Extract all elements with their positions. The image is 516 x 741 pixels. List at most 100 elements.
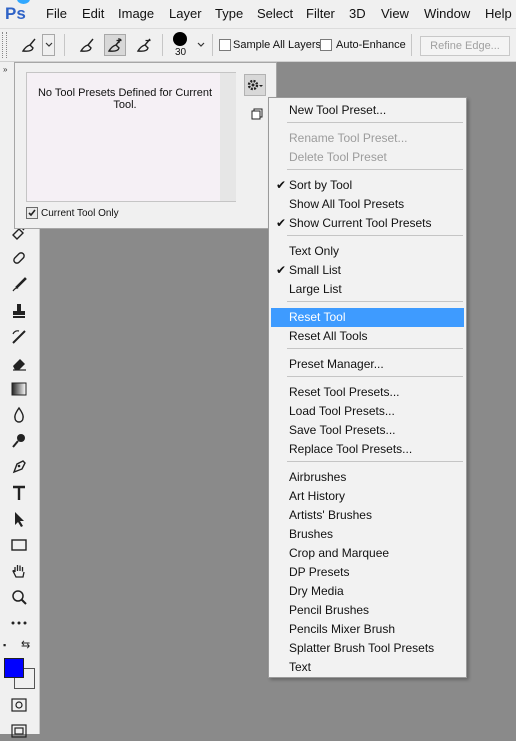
menu-save-tool-presets[interactable]: Save Tool Presets... — [271, 421, 464, 440]
sample-all-layers-label: Sample All Layers — [233, 39, 322, 51]
default-colors-icon[interactable]: ▪ — [3, 640, 6, 650]
pen-icon[interactable] — [9, 457, 29, 477]
menu-layer[interactable]: Layer — [169, 6, 202, 21]
menu-replace-tool-presets[interactable]: Replace Tool Presets... — [271, 440, 464, 459]
blur-icon[interactable] — [9, 405, 29, 425]
menu-reset-tool-presets[interactable]: Reset Tool Presets... — [271, 383, 464, 402]
menu-file[interactable]: File — [46, 6, 67, 21]
brush-tool-icon[interactable] — [9, 275, 29, 295]
menu-dry-media[interactable]: Dry Media — [271, 582, 464, 601]
hand-icon[interactable] — [9, 561, 29, 581]
brush-dropdown-icon[interactable] — [195, 34, 207, 56]
tool-preset-picker-icon[interactable] — [18, 34, 40, 56]
menu-artists-brushes[interactable]: Artists' Brushes — [271, 506, 464, 525]
menu-item-label: Splatter Brush Tool Presets — [289, 641, 435, 655]
empty-presets-message: No Tool Presets Defined for Current Tool… — [37, 87, 213, 111]
menu-edit[interactable]: Edit — [82, 6, 104, 21]
menu-item-label: Reset All Tools — [289, 329, 368, 343]
foreground-color-swatch[interactable] — [4, 658, 24, 678]
healing-icon[interactable] — [9, 248, 29, 268]
menu-separator — [287, 169, 463, 170]
grip-handle[interactable] — [2, 32, 7, 58]
preset-dropdown-button[interactable] — [42, 34, 55, 56]
menu-crop-and-marquee[interactable]: Crop and Marquee — [271, 544, 464, 563]
menu-item-label: Show All Tool Presets — [289, 197, 405, 211]
current-tool-only-checkbox[interactable] — [26, 207, 38, 219]
menu-select[interactable]: Select — [257, 6, 293, 21]
sample-all-layers-checkbox[interactable] — [219, 39, 231, 51]
type-icon[interactable] — [9, 483, 29, 503]
menu-show-all-tool-presets[interactable]: Show All Tool Presets — [271, 195, 464, 214]
checkmark-icon: ✔ — [276, 178, 287, 192]
divider — [212, 34, 213, 56]
menu-sort-by-tool[interactable]: ✔ Sort by Tool — [271, 176, 464, 195]
menu-pencil-brushes[interactable]: Pencil Brushes — [271, 601, 464, 620]
path-select-icon[interactable] — [9, 509, 29, 529]
menu-text-only[interactable]: Text Only — [271, 242, 464, 261]
menu-item-label: Sort by Tool — [289, 178, 353, 192]
menu-item-label: Reset Tool Presets... — [289, 385, 400, 399]
checkmark-icon: ✔ — [276, 263, 287, 277]
menu-load-tool-presets[interactable]: Load Tool Presets... — [271, 402, 464, 421]
menu-art-history[interactable]: Art History — [271, 487, 464, 506]
menu-item-label: Artists' Brushes — [289, 508, 372, 522]
preset-list-scrollbar[interactable] — [220, 73, 236, 201]
divider — [411, 34, 412, 56]
refine-edge-button[interactable]: Refine Edge... — [420, 36, 510, 56]
menu-3d[interactable]: 3D — [349, 6, 366, 21]
menu-item-label: Brushes — [289, 527, 334, 541]
rectangle-icon[interactable] — [9, 535, 29, 555]
menu-dp-presets[interactable]: DP Presets — [271, 563, 464, 582]
menu-help[interactable]: Help — [485, 6, 512, 21]
swap-colors-icon[interactable]: ⇆ — [21, 638, 30, 651]
new-preset-icon[interactable] — [250, 107, 264, 121]
menu-show-current-tool-presets[interactable]: ✔ Show Current Tool Presets — [271, 214, 464, 233]
menu-rename-tool-preset: Rename Tool Preset... — [271, 129, 464, 148]
add-to-selection-icon[interactable] — [104, 34, 126, 56]
menu-preset-manager[interactable]: Preset Manager... — [271, 355, 464, 374]
preset-list[interactable]: No Tool Presets Defined for Current Tool… — [26, 72, 236, 202]
more-tools-icon[interactable] — [9, 613, 29, 633]
menu-item-label: Preset Manager... — [289, 357, 384, 371]
menu-type[interactable]: Type — [215, 6, 243, 21]
menu-small-list[interactable]: ✔ Small List — [271, 261, 464, 280]
auto-enhance-checkbox[interactable] — [320, 39, 332, 51]
menu-item-label: Save Tool Presets... — [289, 423, 396, 437]
zoom-icon[interactable] — [9, 587, 29, 607]
new-selection-icon[interactable] — [76, 34, 98, 56]
menu-text[interactable]: Text — [271, 658, 464, 677]
menu-item-label: DP Presets — [289, 565, 350, 579]
menu-item-label: Large List — [289, 282, 342, 296]
stamp-icon[interactable] — [9, 301, 29, 321]
menu-pencils-mixer-brush[interactable]: Pencils Mixer Brush — [271, 620, 464, 639]
menu-bar: Ps File Edit Image Layer Type Select Fil… — [0, 0, 516, 29]
menu-item-label: New Tool Preset... — [289, 103, 387, 117]
menu-new-tool-preset[interactable]: New Tool Preset... — [271, 101, 464, 120]
menu-image[interactable]: Image — [118, 6, 154, 21]
history-brush-icon[interactable] — [9, 327, 29, 347]
screen-mode-icon[interactable] — [9, 721, 29, 741]
quick-mask-icon[interactable] — [9, 695, 29, 715]
menu-window[interactable]: Window — [424, 6, 470, 21]
eraser-icon[interactable] — [9, 353, 29, 373]
subtract-selection-icon[interactable] — [133, 34, 155, 56]
menu-filter[interactable]: Filter — [306, 6, 335, 21]
menu-splatter-brush-tool-presets[interactable]: Splatter Brush Tool Presets — [271, 639, 464, 658]
menu-large-list[interactable]: Large List — [271, 280, 464, 299]
menu-view[interactable]: View — [381, 6, 409, 21]
menu-brushes[interactable]: Brushes — [271, 525, 464, 544]
dodge-icon[interactable] — [9, 431, 29, 451]
gradient-icon[interactable] — [9, 379, 29, 399]
menu-item-label: Load Tool Presets... — [289, 404, 395, 418]
menu-reset-tool[interactable]: Reset Tool — [271, 308, 464, 327]
menu-item-label: Dry Media — [289, 584, 344, 598]
collapse-arrows-icon[interactable]: » — [3, 65, 7, 74]
gear-icon[interactable] — [244, 74, 266, 96]
menu-separator — [287, 301, 463, 302]
menu-separator — [287, 348, 463, 349]
menu-delete-tool-preset: Delete Tool Preset — [271, 148, 464, 167]
menu-reset-all-tools[interactable]: Reset All Tools — [271, 327, 464, 346]
brush-preview-icon[interactable] — [173, 32, 187, 46]
menu-airbrushes[interactable]: Airbrushes — [271, 468, 464, 487]
menu-item-label: Pencils Mixer Brush — [289, 622, 396, 636]
